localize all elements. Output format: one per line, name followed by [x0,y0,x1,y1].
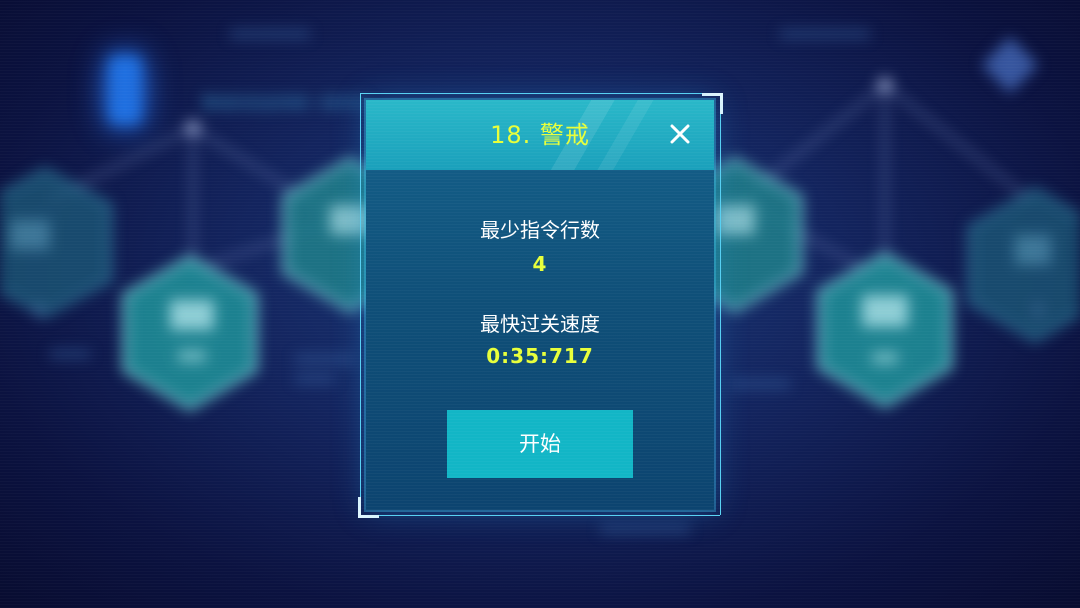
min-instructions-label: 最少指令行数 [480,218,600,242]
close-icon[interactable] [666,120,694,148]
map-label-bar [295,355,355,363]
map-label-bar [730,380,790,388]
start-button[interactable]: 开始 [447,410,633,478]
map-label-bar [230,30,310,38]
alert-indicator-icon [108,55,142,125]
level-hexagon [968,187,1080,343]
fastest-speed-label: 最快过关速度 [480,312,600,336]
map-label-bar [600,525,690,533]
close-icon-glyph [670,124,690,144]
level-title: 18. 警戒 [490,121,590,149]
map-label-bar [50,350,90,358]
level-hexagon [122,255,258,411]
map-node [185,120,201,136]
map-label-bar [295,375,335,383]
level-hexagon [0,167,112,318]
min-instructions-value: 4 [532,252,548,276]
frame-line-left [360,93,361,515]
frame-line-right [720,93,721,515]
frame-line-top [360,93,720,94]
chevron-left-icon: ‹ [30,286,46,332]
level-info-dialog: 18. 警戒 最少指令行数 4 最快过关速度 0:35:717 开始 [366,100,714,510]
frame-line-bottom [360,515,720,516]
map-label-bar [780,30,870,38]
map-node [877,77,893,93]
game-screen: 警戒状态会持续一段时间 ‹ › 18. 警戒 最少指令行数 4 最快过关速度 0… [0,0,1080,608]
fastest-speed-value: 0:35:717 [486,344,594,368]
chevron-right-icon: › [1030,286,1046,332]
dialog-header: 18. 警戒 [366,100,714,170]
connection-line [884,83,1031,202]
level-hexagon [817,252,953,408]
